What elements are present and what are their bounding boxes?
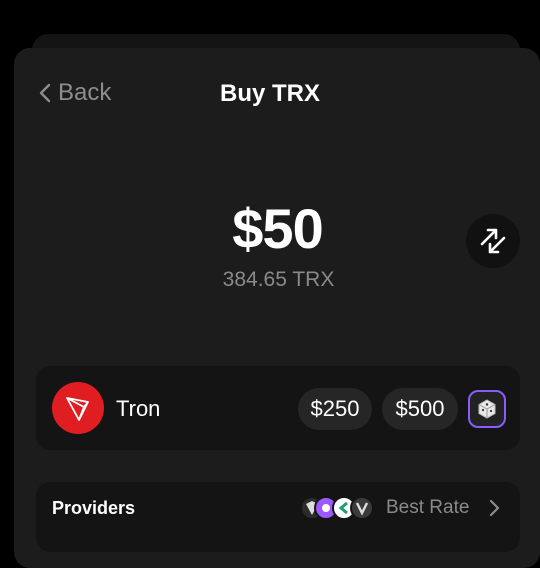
crypto-amount: 384.65 TRX bbox=[222, 268, 335, 291]
preset-500-button[interactable]: $500 bbox=[382, 388, 458, 430]
page-title: Buy TRX bbox=[219, 80, 320, 107]
fiat-amount[interactable]: $50 bbox=[0, 196, 540, 261]
provider-icon bbox=[350, 496, 374, 520]
providers-label: Providers bbox=[52, 498, 136, 518]
preset-250-button[interactable]: $250 bbox=[298, 388, 372, 430]
tron-icon bbox=[66, 397, 89, 421]
dice-icon bbox=[478, 399, 496, 419]
random-amount-button[interactable] bbox=[468, 390, 506, 428]
chevron-right-icon bbox=[489, 499, 500, 517]
swap-arrows-icon bbox=[480, 228, 506, 254]
swap-currency-button[interactable] bbox=[466, 214, 520, 268]
provider-icons bbox=[300, 496, 374, 522]
best-rate-label: Best Rate bbox=[386, 497, 470, 518]
tron-logo bbox=[52, 382, 104, 434]
asset-name: Tron bbox=[116, 396, 161, 421]
